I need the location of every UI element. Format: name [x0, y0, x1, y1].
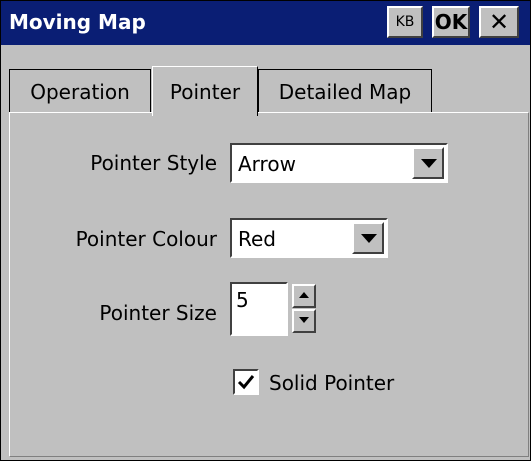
pointer-size-input[interactable]: 5	[230, 282, 288, 336]
window-title: Moving Map	[9, 10, 146, 34]
arrow-up-icon	[299, 292, 309, 298]
pointer-size-value: 5	[236, 288, 249, 312]
moving-map-window: Moving Map KB OK ✕ Operation Pointer Det…	[0, 0, 531, 461]
title-bar: Moving Map KB OK ✕	[1, 1, 530, 45]
chevron-down-icon	[361, 234, 377, 243]
pointer-colour-value: Red	[238, 227, 276, 251]
arrow-down-icon	[299, 317, 309, 323]
solid-pointer-label[interactable]: Solid Pointer	[269, 371, 394, 395]
pointer-style-dropdown-button[interactable]	[412, 147, 444, 179]
checkmark-icon	[237, 375, 255, 390]
solid-pointer-checkbox[interactable]	[233, 369, 259, 395]
pointer-colour-dropdown-button[interactable]	[352, 222, 384, 254]
tab-pointer[interactable]: Pointer	[152, 66, 258, 116]
pointer-size-decrement[interactable]	[292, 309, 316, 333]
pointer-colour-dropdown[interactable]: Red	[230, 218, 388, 258]
pointer-size-label: Pointer Size	[99, 301, 217, 325]
chevron-down-icon	[421, 159, 437, 168]
tab-operation[interactable]: Operation	[9, 69, 151, 113]
close-button[interactable]: ✕	[479, 6, 519, 38]
pointer-size-increment[interactable]	[292, 284, 316, 308]
tab-detailed-map[interactable]: Detailed Map	[258, 69, 432, 113]
close-icon: ✕	[488, 8, 510, 36]
pointer-style-value: Arrow	[238, 152, 296, 176]
ok-button[interactable]: OK	[432, 6, 470, 38]
pointer-colour-label: Pointer Colour	[75, 227, 217, 251]
tab-strip: Operation Pointer Detailed Map	[1, 45, 530, 116]
keyboard-button[interactable]: KB	[387, 6, 423, 38]
pointer-style-label: Pointer Style	[90, 151, 217, 175]
pointer-style-dropdown[interactable]: Arrow	[230, 143, 448, 183]
